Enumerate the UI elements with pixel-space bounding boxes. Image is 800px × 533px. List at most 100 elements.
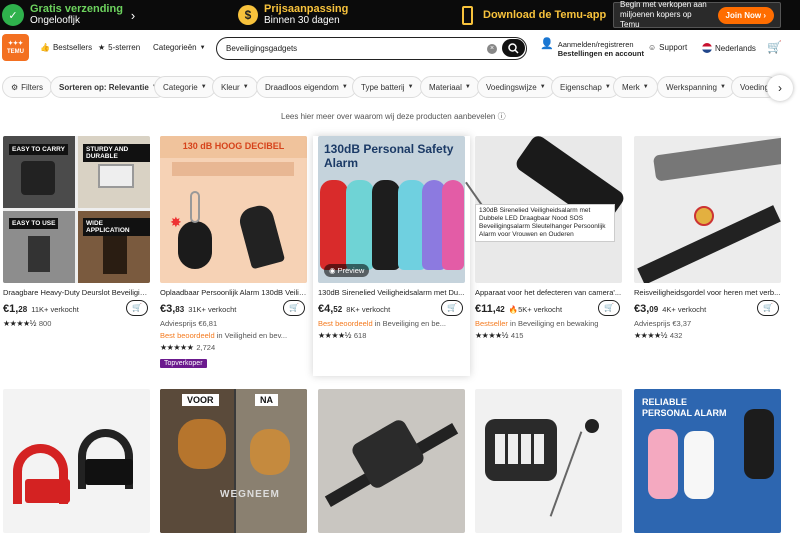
download-app-promo[interactable]: Download de Temu-app [462,0,606,30]
product-image[interactable] [318,389,465,533]
product-price: €3,83 [160,303,184,315]
product-image[interactable] [3,389,150,533]
product-card[interactable]: VOOR NA WEGNEEM [160,389,307,533]
nav-five-star[interactable]: ★ 5-sterren [98,43,140,52]
chevron-down-icon: ▼ [407,84,414,90]
price-adjust-promo[interactable]: $ Prijsaanpassing Binnen 30 dagen [238,0,348,30]
filter-label: Draadloos eigendom [265,82,339,92]
rating-count: 618 [353,331,367,340]
filter-chip-brand[interactable]: Merk ▼ [613,76,658,98]
temu-logo[interactable]: ✦✦✦ TEMU [2,34,29,61]
recommendation-note[interactable]: Lees hier meer over waarom wij deze prod… [281,111,506,122]
filter-label: Werkspanning [666,82,717,92]
product-title[interactable]: 130dB Sirenelied Veiligheidsalarm met Du… [318,288,465,297]
price-cents: 52 [333,305,343,314]
account-menu[interactable]: 👤 Aanmelden/registreren Bestellingen en … [540,39,644,59]
filter-bar: ⚙Filters Sorteren op: Relevantie▼ Catego… [0,75,800,101]
star-rating: ★★★★½ 800 [3,319,52,328]
feature-label: EASY TO USE [9,218,59,229]
ranking-line[interactable]: Best beoordeeld in Beveiliging en be... [318,319,458,328]
clear-search-icon[interactable]: × [487,44,497,54]
chevron-down-icon: ▼ [720,84,726,90]
sold-count: 4K+ verkocht [662,304,707,314]
cart-add-icon: 🛒 [289,303,299,312]
product-image[interactable] [634,136,781,283]
ranking-line[interactable]: Bestseller in Beveiliging en bewaking [475,319,615,328]
filter-icon: ⚙ [11,82,19,92]
filter-chip-sort[interactable]: Sorteren op: Relevantie▼ [50,76,167,98]
filter-chip-color[interactable]: Kleur ▼ [212,76,258,98]
add-to-cart-button[interactable]: 🛒 [283,300,305,316]
filter-chip-feature[interactable]: Eigenschap ▼ [551,76,620,98]
product-image[interactable]: 130 dB HOOG DECIBEL ✸ [160,136,307,283]
login-line2: Bestellingen en account [557,49,644,58]
product-card[interactable]: 130dB Sirenelied Veiligheidsalarm met Du… [465,133,627,340]
product-card[interactable] [318,389,465,533]
product-card[interactable]: 130 dB HOOG DECIBEL ✸ Oplaadbaar Persoon… [160,136,307,370]
product-title[interactable]: Oplaadbaar Persoonlijk Alarm 130dB Veili… [160,288,307,297]
cart-icon[interactable]: 🛒 [767,40,782,54]
filter-chip-material[interactable]: Materiaal ▼ [420,76,480,98]
add-to-cart-button[interactable]: 🛒 [441,300,463,316]
product-title[interactable]: Apparaat voor het defecteren van camera'… [475,288,622,297]
product-image[interactable]: VOOR NA WEGNEEM [160,389,307,533]
product-image[interactable]: 130dB Personal Safety Alarm ◉ Preview [318,136,465,283]
filter-chip-power[interactable]: Voedingswijze ▼ [477,76,555,98]
support-label: Support [659,43,688,52]
product-headline-line2: PERSONAL ALARM [642,408,727,418]
chevron-down-icon: ▼ [341,84,348,90]
ranking-category: in Beveiliging en bewaking [510,319,599,328]
ranking-category: in Beveiliging en be... [374,319,447,328]
nav-five-star-label: 5-sterren [108,43,141,52]
rating-count: 432 [669,331,683,340]
nav-bestsellers-label: Bestsellers [52,43,93,52]
search-input[interactable]: Beveiligingsgadgets [226,44,297,53]
product-card[interactable] [475,389,622,533]
filter-chip-filters[interactable]: ⚙ Filters [2,76,52,98]
filter-scroll-right-button[interactable]: › [767,75,793,101]
product-card[interactable]: RELIABLE PERSONAL ALARM [634,389,781,533]
ranking-highlight: Best beoordeeld [160,331,215,340]
filter-chip-category[interactable]: Categorie ▼ [154,76,216,98]
product-image[interactable]: RELIABLE PERSONAL ALARM [634,389,781,533]
product-image[interactable]: EASY TO CARRY STURDY AND DURABLE EASY TO… [3,136,150,283]
preview-button[interactable]: ◉ Preview [324,264,370,277]
add-to-cart-button[interactable]: 🛒 [757,300,779,316]
fire-icon: 🔥 [508,304,519,314]
filter-chip-voltage[interactable]: Werkspanning ▼ [657,76,735,98]
price-cents: 09 [649,305,659,314]
product-image[interactable] [475,389,622,533]
search-button[interactable] [502,39,525,57]
seller-promo[interactable]: Begin met verkopen aan miljoenen kopers … [613,0,781,29]
product-card[interactable]: Reisveiligheidsgordel voor heren met ver… [634,136,781,340]
product-card[interactable] [3,389,150,533]
product-card[interactable]: EASY TO CARRY STURDY AND DURABLE EASY TO… [3,136,150,328]
filter-label: Merk [622,82,640,92]
shipping-subtitle: Ongeloofljk [30,15,81,26]
product-headline: 130 dB HOOG DECIBEL [182,141,285,151]
product-image[interactable]: 130dB Sirenelied Veiligheidsalarm met Du… [465,133,627,283]
product-title[interactable]: Draagbare Heavy-Duty Deurslot Beveiligin… [3,288,150,297]
filter-label: Type batterij [361,82,405,92]
product-card-hovered[interactable]: 130dB Personal Safety Alarm ◉ Preview 13… [313,136,470,376]
ranking-line[interactable]: Best beoordeeld in Veiligheid en bev... [160,331,300,340]
thumbs-up-icon: 👍 [40,43,50,52]
filter-chip-battery[interactable]: Type batterij ▼ [352,76,423,98]
rating-count: 415 [510,331,524,340]
add-to-cart-button[interactable]: 🛒 [598,300,620,316]
feature-label: STURDY AND DURABLE [83,144,150,162]
support-link[interactable]: ☺ Support [648,43,687,52]
product-title[interactable]: Reisveiligheidsgordel voor heren met ver… [634,288,781,297]
top-seller-badge: Topverkoper [160,359,207,368]
free-shipping-promo[interactable]: ✓ Gratis verzending Ongeloofljk › [0,0,135,30]
nav-bestsellers[interactable]: 👍 Bestsellers [40,43,92,52]
add-to-cart-button[interactable]: 🛒 [126,300,148,316]
nav-categories[interactable]: Categorieën ▼ [153,43,206,52]
recommendation-note-text: Lees hier meer over waarom wij deze prod… [281,112,496,121]
filter-chip-wireless[interactable]: Draadloos eigendom ▼ [256,76,357,98]
language-selector[interactable]: Nederlands [702,43,756,53]
login-line1: Aanmelden/registreren [557,40,634,49]
join-now-button[interactable]: Join Now › [717,7,774,24]
star-rating: ★★★★★ 2,724 [160,343,216,352]
sold-count: 11K+ verkocht [31,304,79,314]
